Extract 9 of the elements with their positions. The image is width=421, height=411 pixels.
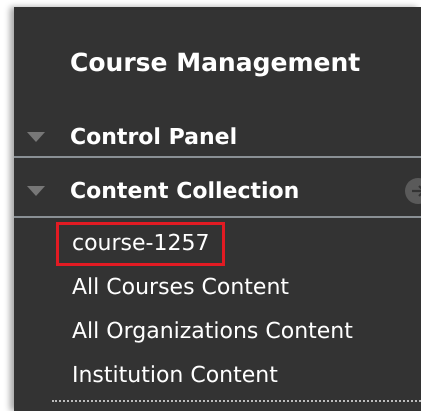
section-header[interactable]: Content Collection <box>70 174 405 208</box>
section-header[interactable]: Control Panel <box>70 120 421 154</box>
caret-down-icon[interactable] <box>27 186 45 196</box>
content-link[interactable]: All Courses Content <box>56 266 306 310</box>
content-link[interactable]: Institution Content <box>56 354 294 398</box>
caret-down-icon[interactable] <box>27 132 45 142</box>
content-link[interactable]: All Organizations Content <box>56 310 369 354</box>
panel-title: Course Management <box>70 48 360 77</box>
content-link[interactable]: course-1257 <box>56 222 226 266</box>
